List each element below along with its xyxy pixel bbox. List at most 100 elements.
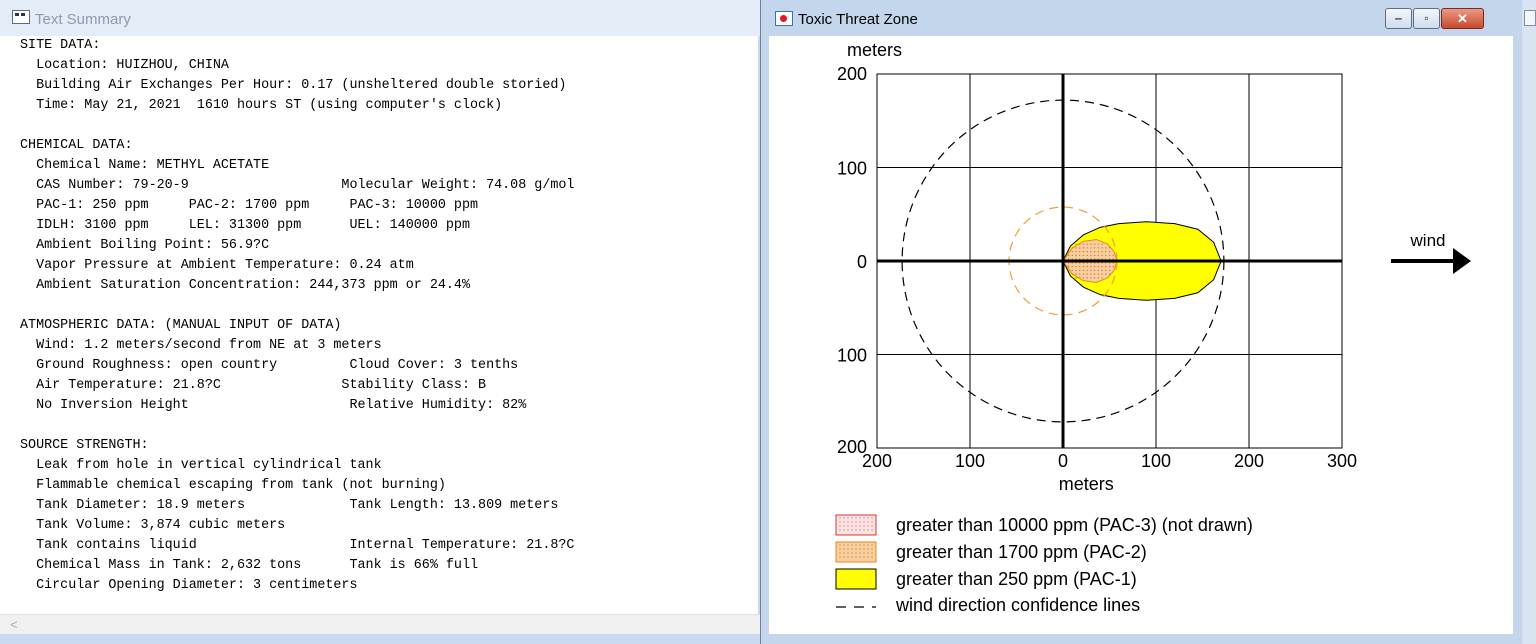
legend-stipple-dot [851, 525, 853, 527]
minimize-button[interactable]: ‒ [1385, 8, 1412, 29]
y-tick-label: 200 [837, 64, 867, 84]
legend-stipple-dot [839, 552, 841, 554]
legend-stipple-dot [851, 521, 853, 523]
text-summary-title-bar[interactable]: Text Summary [0, 0, 760, 36]
legend-stipple-dot [843, 525, 845, 527]
pac2-stipple-dot [1079, 250, 1081, 253]
pac2-stipple-dot [1067, 265, 1070, 268]
pac2-stipple-dot [1075, 243, 1077, 245]
pac2-stipple-dot [1075, 265, 1077, 268]
legend-stipple-dot [843, 517, 845, 519]
pac2-stipple-dot [1101, 243, 1103, 245]
window-button-icon [1524, 10, 1536, 26]
legend-stipple-dot [851, 552, 853, 554]
x-tick-label: 100 [1141, 451, 1171, 471]
summary-line [20, 416, 758, 436]
pac2-stipple-dot [1071, 254, 1073, 257]
text-summary-content[interactable]: SITE DATA: Location: HUIZHOU, CHINA Buil… [0, 36, 758, 614]
legend-label: wind direction confidence lines [895, 595, 1140, 615]
summary-line: Chemical Mass in Tank: 2,632 tons Tank i… [20, 558, 479, 573]
legend-stipple-dot [859, 544, 861, 546]
legend-stipple-dot [871, 517, 873, 519]
legend-stipple-dot [867, 544, 869, 546]
summary-line [20, 116, 758, 136]
legend-stipple-dot [863, 556, 865, 558]
pac2-stipple-dot [1101, 273, 1103, 275]
threat-zone-window: Toxic Threat Zone ‒ ▫ ✕ 200 100 0 100 200 300… [760, 0, 1524, 644]
legend-stipple-dot [851, 548, 853, 550]
summary-line: Ground Roughness: open country Cloud Cov… [20, 358, 519, 373]
summary-line: Flammable chemical escaping from tank (n… [20, 478, 446, 493]
legend-stipple-dot [859, 548, 861, 550]
legend-stipple-dot [867, 552, 869, 554]
pac2-stipple-dot [1093, 254, 1096, 257]
summary-text-block: SITE DATA: Location: HUIZHOU, CHINA Buil… [0, 36, 758, 596]
pac2-stipple-dot [1090, 265, 1092, 268]
legend-stipple-dot [867, 529, 869, 531]
pac2-stipple-dot [1101, 277, 1103, 279]
pac2-stipple-dot [1090, 277, 1092, 279]
pac2-stipple-dot [1067, 250, 1070, 253]
legend-stipple-dot [843, 552, 845, 554]
summary-line: Circular Opening Diameter: 3 centimeters [20, 578, 358, 593]
pac2-stipple-dot [1086, 254, 1088, 257]
legend-stipple-dot [843, 548, 845, 550]
legend-stipple-dot [847, 517, 849, 519]
pac2-stipple-dot [1082, 277, 1085, 279]
background-window-edge [1522, 0, 1536, 644]
pac2-stipple-dot [1071, 269, 1073, 272]
text-summary-title: Text Summary [35, 11, 131, 28]
summary-line: PAC-1: 250 ppm PAC-2: 1700 ppm PAC-3: 10… [20, 198, 479, 213]
close-button[interactable]: ✕ [1441, 8, 1484, 29]
pac2-stipple-dot [1108, 254, 1111, 257]
legend-stipple-dot [867, 548, 869, 550]
y-tick-label: 100 [837, 159, 867, 179]
pac2-stipple-dot [1079, 243, 1081, 245]
legend-stipple-dot [871, 544, 873, 546]
pac2-stipple-dot [1075, 247, 1077, 249]
pac2-stipple-dot [1071, 250, 1073, 253]
y-tick-label: 100 [837, 346, 867, 366]
scroll-left-arrow-icon[interactable]: < [10, 617, 18, 632]
summary-line: IDLH: 3100 ppm LEL: 31300 ppm UEL: 14000… [20, 218, 470, 233]
pac2-stipple-dot [1108, 269, 1111, 272]
legend-stipple-dot [855, 548, 857, 550]
summary-line: Tank Volume: 3,874 cubic meters [20, 518, 286, 533]
pac2-stipple-dot [1112, 265, 1114, 268]
pac2-stipple-dot [1082, 247, 1085, 249]
pac2-stipple-dot [1105, 269, 1107, 272]
threat-zone-title-bar[interactable]: Toxic Threat Zone ‒ ▫ ✕ [761, 0, 1523, 36]
pac2-stipple-dot [1075, 273, 1077, 275]
pac2-stipple-dot [1079, 273, 1081, 275]
legend-stipple-dot [863, 544, 865, 546]
legend-stipple-dot [839, 544, 841, 546]
pac2-stipple-dot [1108, 247, 1111, 249]
legend-stipple-dot [847, 544, 849, 546]
legend-stipple-dot [851, 556, 853, 558]
pac2-stipple-dot [1093, 247, 1096, 249]
summary-line: Time: May 21, 2021 1610 hours ST (using … [20, 98, 503, 113]
legend-stipple-dot [871, 521, 873, 523]
legend-stipple-dot [863, 548, 865, 550]
summary-line: Tank Diameter: 18.9 meters Tank Length: … [20, 498, 559, 513]
pac2-stipple-dot [1086, 269, 1088, 272]
pac2-stipple-dot [1093, 269, 1096, 272]
legend-stipple-dot [859, 521, 861, 523]
maximize-button[interactable]: ▫ [1413, 8, 1440, 29]
pac2-stipple-dot [1093, 243, 1096, 245]
pac2-stipple-dot [1079, 254, 1081, 257]
threat-zone-app-icon [775, 11, 793, 26]
pac2-stipple-dot [1101, 247, 1103, 249]
legend-stipple-dot [863, 525, 865, 527]
legend-stipple-dot [847, 529, 849, 531]
legend-stipple-dot [859, 525, 861, 527]
pac2-stipple-dot [1075, 254, 1077, 257]
legend-stipple-dot [867, 525, 869, 527]
legend-stipple-dot [867, 517, 869, 519]
pac2-stipple-dot [1097, 273, 1100, 275]
legend-stipple-dot [839, 517, 841, 519]
pac2-stipple-dot [1079, 265, 1081, 268]
horizontal-scrollbar[interactable]: < [0, 614, 760, 635]
pac2-stipple-dot [1086, 273, 1088, 275]
pac2-stipple-dot [1097, 243, 1100, 245]
